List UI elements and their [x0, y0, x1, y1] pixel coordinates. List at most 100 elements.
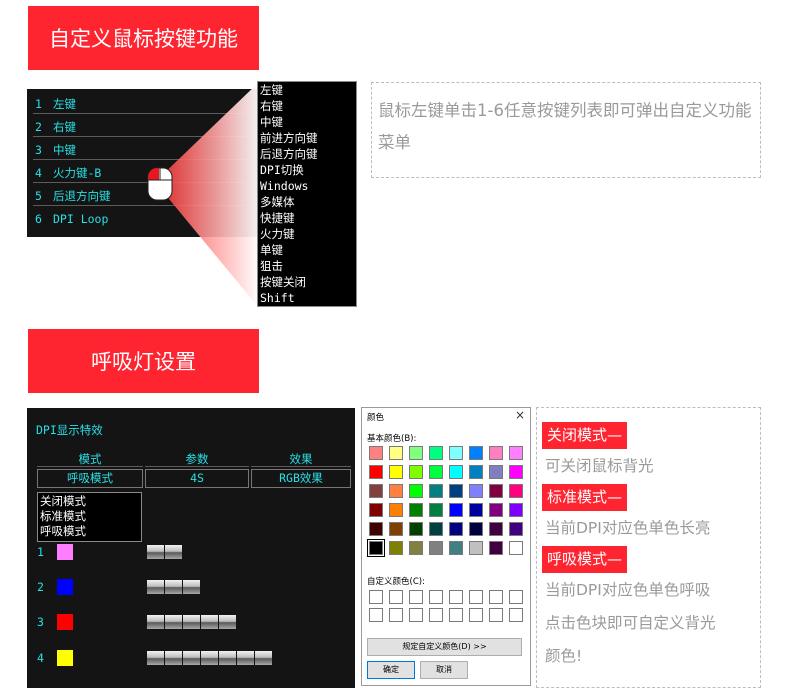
menu-item[interactable]: 中键	[260, 114, 356, 130]
mode-dropdown-list[interactable]: 关闭模式 标准模式 呼吸模式	[37, 492, 142, 542]
custom-color-swatch[interactable]	[389, 590, 403, 604]
dpi-color-swatch[interactable]	[57, 650, 73, 666]
menu-item[interactable]: DPI切换	[260, 162, 356, 178]
basic-color-swatch[interactable]	[469, 522, 483, 536]
custom-color-swatch[interactable]	[409, 590, 423, 604]
custom-color-swatch[interactable]	[449, 590, 463, 604]
basic-color-swatch[interactable]	[389, 465, 403, 479]
basic-color-swatch[interactable]	[489, 541, 503, 555]
basic-color-swatch[interactable]	[389, 503, 403, 517]
basic-color-swatch[interactable]	[369, 522, 383, 536]
mode-description: 颜色!	[545, 647, 583, 665]
dialog-title: 颜色	[367, 413, 385, 423]
basic-color-swatch[interactable]	[429, 465, 443, 479]
menu-item[interactable]: 快捷键	[260, 210, 356, 226]
basic-color-swatch[interactable]	[509, 541, 523, 555]
menu-item[interactable]: 按键关闭	[260, 274, 356, 290]
basic-color-swatch[interactable]	[509, 465, 523, 479]
menu-item[interactable]: 火力键	[260, 226, 356, 242]
basic-color-swatch[interactable]	[449, 484, 463, 498]
basic-color-swatch[interactable]	[409, 541, 423, 555]
basic-color-swatch[interactable]	[469, 503, 483, 517]
basic-color-swatch[interactable]	[449, 541, 463, 555]
basic-color-swatch[interactable]	[509, 484, 523, 498]
basic-color-swatch[interactable]	[509, 446, 523, 460]
basic-color-swatch[interactable]	[369, 503, 383, 517]
basic-color-swatch[interactable]	[489, 465, 503, 479]
basic-color-swatch[interactable]	[429, 484, 443, 498]
menu-item[interactable]: 后退方向键	[260, 146, 356, 162]
basic-color-swatch[interactable]	[449, 522, 463, 536]
basic-color-swatch[interactable]	[389, 541, 403, 555]
basic-color-swatch[interactable]	[509, 522, 523, 536]
basic-color-swatch[interactable]	[409, 446, 423, 460]
dpi-bar	[219, 615, 236, 629]
basic-color-swatch[interactable]	[389, 484, 403, 498]
mode-option[interactable]: 标准模式	[40, 509, 141, 524]
custom-color-swatch[interactable]	[429, 590, 443, 604]
mode-option[interactable]: 呼吸模式	[40, 524, 141, 539]
custom-color-swatch[interactable]	[489, 590, 503, 604]
param-select[interactable]: 4S	[145, 469, 249, 488]
basic-color-swatch[interactable]	[429, 522, 443, 536]
custom-color-swatch[interactable]	[489, 608, 503, 622]
dpi-color-swatch[interactable]	[57, 614, 73, 630]
dpi-color-swatch[interactable]	[57, 579, 73, 595]
basic-color-swatch[interactable]	[449, 465, 463, 479]
basic-color-swatch[interactable]	[409, 484, 423, 498]
dpi-color-swatch[interactable]	[57, 544, 73, 560]
custom-color-swatch[interactable]	[509, 608, 523, 622]
custom-color-swatch[interactable]	[449, 608, 463, 622]
basic-color-swatch[interactable]	[469, 541, 483, 555]
basic-color-swatch[interactable]	[509, 503, 523, 517]
close-icon[interactable]: ×	[515, 408, 525, 422]
basic-color-swatch[interactable]	[409, 522, 423, 536]
basic-color-swatch[interactable]	[489, 503, 503, 517]
menu-item[interactable]: 前进方向键	[260, 130, 356, 146]
menu-item[interactable]: 右键	[260, 98, 356, 114]
define-custom-colors-button[interactable]: 规定自定义颜色(D) >>	[367, 638, 522, 656]
basic-color-swatch[interactable]	[369, 465, 383, 479]
basic-color-swatch[interactable]	[429, 541, 443, 555]
basic-color-swatch[interactable]	[389, 522, 403, 536]
ok-button[interactable]: 确定	[367, 661, 415, 679]
basic-color-swatch[interactable]	[489, 522, 503, 536]
basic-color-swatch[interactable]	[449, 503, 463, 517]
basic-color-swatch[interactable]	[369, 484, 383, 498]
custom-color-swatch[interactable]	[369, 590, 383, 604]
cancel-button[interactable]: 取消	[420, 661, 468, 679]
custom-color-swatch[interactable]	[469, 590, 483, 604]
dpi-level-row: 1	[37, 544, 347, 560]
basic-color-swatch[interactable]	[469, 446, 483, 460]
basic-color-swatch[interactable]	[369, 446, 383, 460]
custom-color-swatch[interactable]	[369, 608, 383, 622]
menu-item[interactable]: 多媒体	[260, 194, 356, 210]
menu-item[interactable]: 左键	[260, 82, 356, 98]
mode-description: 当前DPI对应色单色呼吸	[545, 581, 711, 599]
basic-color-swatch[interactable]	[489, 446, 503, 460]
basic-color-swatch[interactable]	[489, 484, 503, 498]
basic-color-swatch[interactable]	[409, 503, 423, 517]
custom-color-swatch[interactable]	[469, 608, 483, 622]
basic-color-swatch[interactable]	[449, 446, 463, 460]
basic-color-swatch[interactable]	[367, 539, 385, 557]
custom-color-swatch[interactable]	[409, 608, 423, 622]
menu-item[interactable]: 狙击	[260, 258, 356, 274]
mode-select[interactable]: 呼吸模式	[37, 469, 143, 488]
basic-color-swatch[interactable]	[429, 446, 443, 460]
effect-select[interactable]: RGB效果	[251, 469, 351, 488]
menu-item[interactable]: 单键	[260, 242, 356, 258]
mode-option[interactable]: 关闭模式	[40, 494, 141, 509]
custom-color-swatch[interactable]	[389, 608, 403, 622]
dpi-bar	[165, 615, 182, 629]
basic-color-swatch[interactable]	[469, 465, 483, 479]
basic-color-swatch[interactable]	[389, 446, 403, 460]
key-function-menu[interactable]: 左键 右键 中键 前进方向键 后退方向键 DPI切换 Windows 多媒体 快捷键 火力键 单键狙…	[257, 81, 357, 307]
menu-item[interactable]: Shift	[260, 290, 356, 306]
custom-color-swatch[interactable]	[509, 590, 523, 604]
basic-color-swatch[interactable]	[469, 484, 483, 498]
basic-color-swatch[interactable]	[409, 465, 423, 479]
menu-item[interactable]: Windows	[260, 178, 356, 194]
custom-color-swatch[interactable]	[429, 608, 443, 622]
basic-color-swatch[interactable]	[429, 503, 443, 517]
